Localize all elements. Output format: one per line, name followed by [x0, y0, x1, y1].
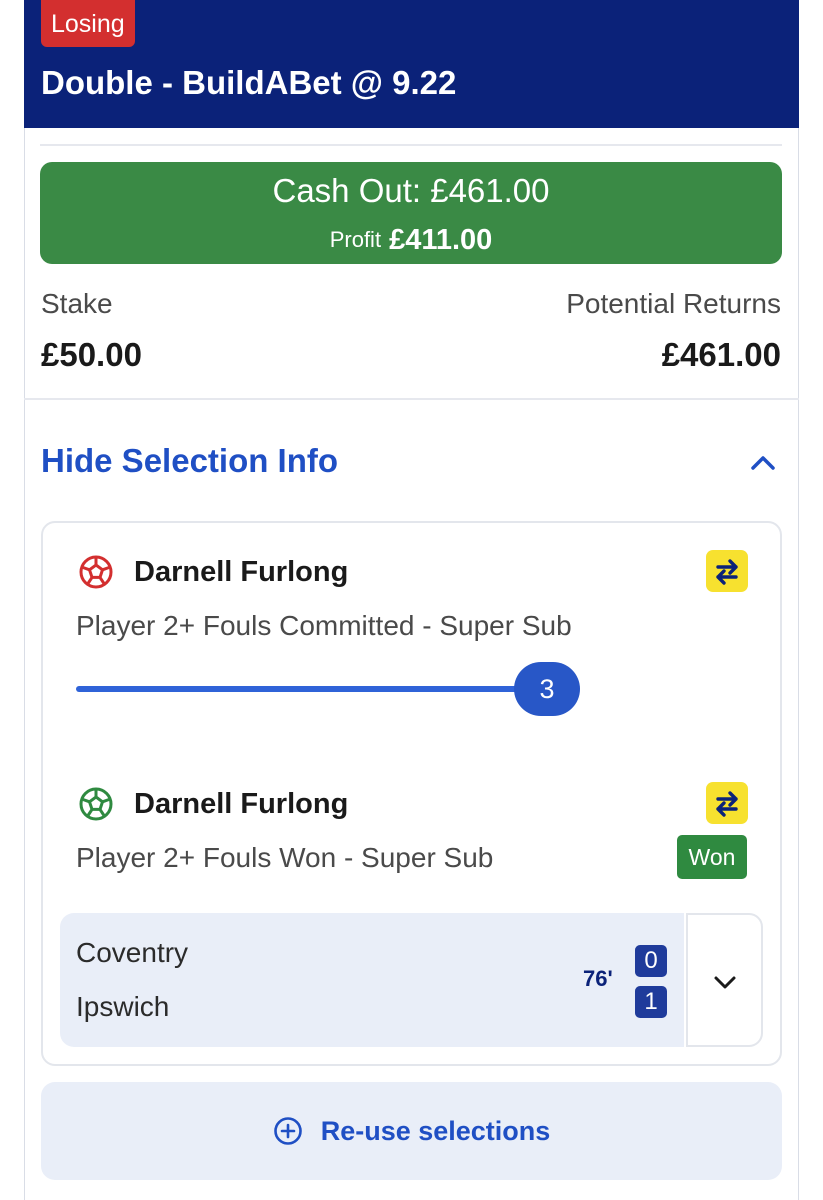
expand-match-button[interactable] — [686, 913, 763, 1047]
cash-out-button[interactable]: Cash Out: £461.00 Profit £411.00 — [40, 162, 782, 264]
profit-line: Profit £411.00 — [40, 224, 782, 257]
chevron-down-icon — [714, 976, 736, 989]
match-clock: 76' — [583, 966, 613, 991]
profit-label: Profit — [329, 227, 382, 252]
profit-value: £411.00 — [389, 224, 493, 256]
stake-value: £50.00 — [41, 336, 142, 373]
market-name: Player 2+ Fouls Committed - Super Sub — [76, 610, 572, 641]
status-badge: Losing — [41, 0, 135, 47]
potential-returns-value: £461.00 — [661, 336, 781, 373]
away-team: Ipswich — [76, 991, 170, 1022]
divider — [40, 144, 782, 146]
progress-count: 3 — [514, 662, 580, 716]
reuse-selections-button[interactable]: Re-use selections — [41, 1082, 782, 1180]
divider — [24, 398, 799, 400]
football-icon — [79, 787, 113, 821]
bet-header: Losing Double - BuildABet @ 9.22 — [24, 0, 799, 128]
result-badge: Won — [677, 835, 747, 879]
reuse-selections-label: Re-use selections — [320, 1116, 551, 1146]
football-icon — [79, 555, 113, 589]
player-name: Darnell Furlong — [134, 788, 349, 820]
plus-circle-icon — [273, 1117, 302, 1145]
stake-label: Stake — [41, 288, 113, 319]
away-score: 1 — [635, 986, 667, 1018]
swap-icon[interactable] — [706, 550, 748, 592]
swap-icon[interactable] — [706, 782, 748, 824]
cash-out-label: Cash Out: £461.00 — [272, 172, 550, 209]
market-name: Player 2+ Fouls Won - Super Sub — [76, 842, 494, 873]
hide-selection-info-toggle[interactable]: Hide Selection Info — [41, 442, 338, 480]
home-team: Coventry — [76, 937, 189, 968]
home-score: 0 — [635, 945, 667, 977]
progress-track — [76, 686, 556, 692]
player-name: Darnell Furlong — [134, 556, 349, 588]
bet-title: Double - BuildABet @ 9.22 — [41, 64, 457, 101]
chevron-up-icon[interactable] — [746, 446, 780, 480]
potential-returns-label: Potential Returns — [566, 288, 781, 319]
